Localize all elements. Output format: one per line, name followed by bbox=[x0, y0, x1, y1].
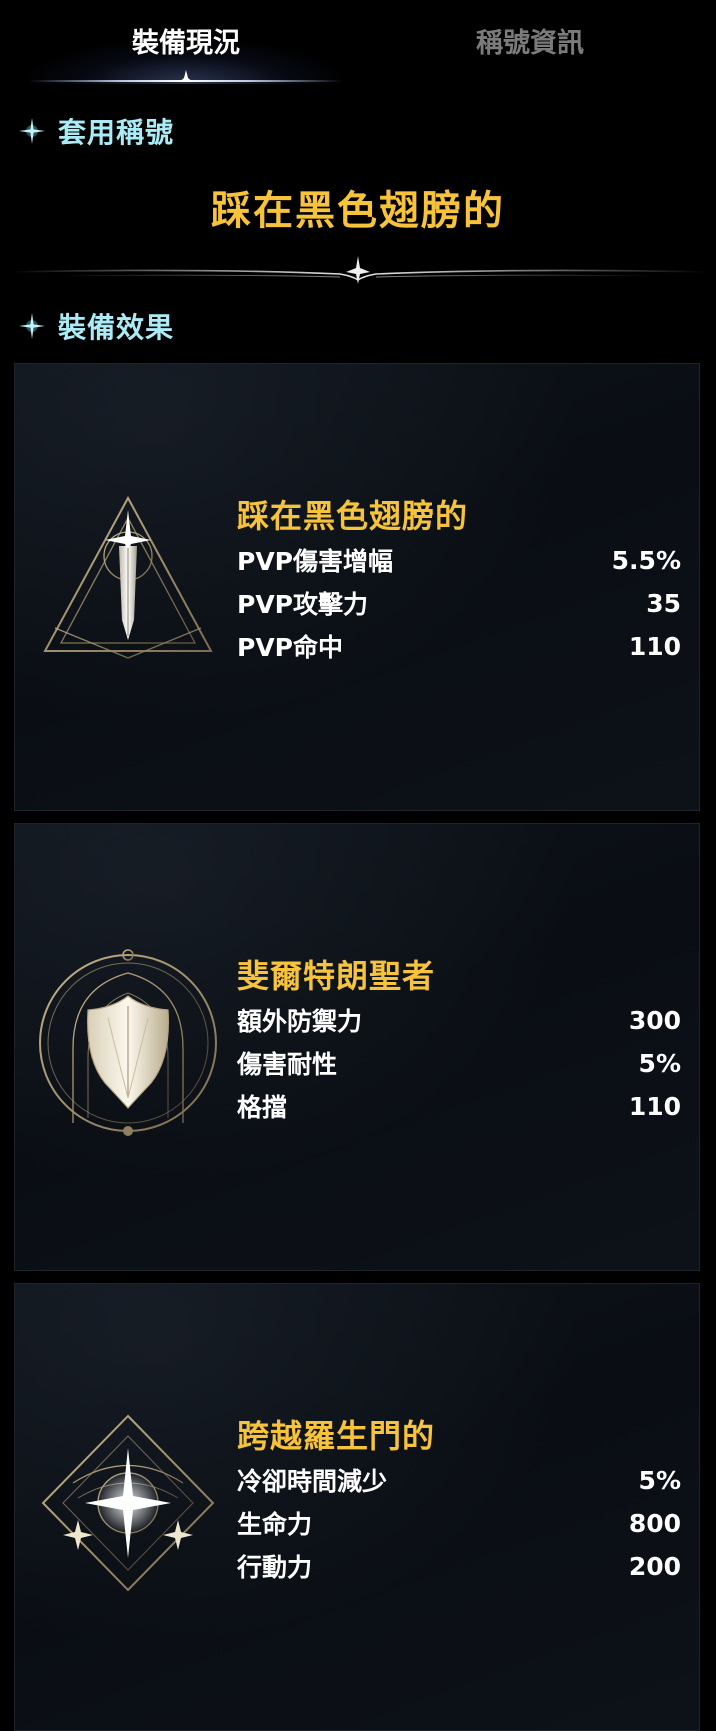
effect-card-name: 跨越羅生門的 bbox=[237, 1417, 436, 1455]
stat-row: PVP攻擊力 35 bbox=[237, 583, 681, 623]
stat-label: 冷卻時間減少 bbox=[237, 1467, 388, 1496]
tab-title-info[interactable]: 稱號資訊 bbox=[372, 0, 688, 80]
stat-label: PVP傷害增幅 bbox=[237, 547, 393, 576]
stat-value: 35 bbox=[646, 588, 681, 618]
stat-label: PVP攻擊力 bbox=[237, 590, 368, 619]
stat-row: 額外防禦力 300 bbox=[237, 1000, 681, 1040]
stat-value: 5% bbox=[638, 1048, 681, 1078]
stat-row: PVP命中 110 bbox=[237, 626, 681, 666]
stat-value: 110 bbox=[628, 1091, 681, 1121]
stat-label: 行動力 bbox=[237, 1553, 313, 1582]
sword-triangle-emblem-icon bbox=[43, 495, 213, 659]
stat-value: 5% bbox=[638, 1465, 681, 1495]
stat-label: PVP命中 bbox=[237, 633, 343, 662]
applied-title-name: 踩在黑色翅膀的 bbox=[211, 188, 505, 234]
active-tab-marker-icon bbox=[179, 70, 193, 82]
ornamental-divider bbox=[9, 256, 707, 284]
stat-row: 冷卻時間減少 5% bbox=[237, 1460, 681, 1500]
stat-value: 200 bbox=[628, 1551, 681, 1581]
tab-bar: 裝備現況 稱號資訊 bbox=[0, 0, 716, 84]
tab-equipment-status[interactable]: 裝備現況 bbox=[0, 0, 372, 80]
section-title-effects: 裝備效果 bbox=[58, 311, 175, 344]
stat-row: 行動力 200 bbox=[237, 1546, 681, 1586]
star-diamond-emblem-icon bbox=[41, 1414, 215, 1592]
stat-label: 額外防禦力 bbox=[237, 1007, 363, 1036]
stat-value: 5.5% bbox=[611, 545, 681, 575]
equipment-effect-header: 裝備效果 bbox=[18, 306, 174, 346]
stat-row: 格擋 110 bbox=[237, 1086, 681, 1126]
applied-title-header: 套用稱號 bbox=[18, 111, 174, 151]
stat-label: 格擋 bbox=[237, 1093, 288, 1122]
effect-card: 斐爾特朗聖者 額外防禦力 300 傷害耐性 5% 格擋 110 bbox=[14, 823, 700, 1271]
stat-label: 傷害耐性 bbox=[237, 1050, 338, 1079]
stat-row: 生命力 800 bbox=[237, 1503, 681, 1543]
effect-card: 踩在黑色翅膀的 PVP傷害增幅 5.5% PVP攻擊力 35 PVP命中 110 bbox=[14, 363, 700, 811]
stat-row: 傷害耐性 5% bbox=[237, 1043, 681, 1083]
stat-value: 110 bbox=[628, 631, 681, 661]
sparkle-icon bbox=[19, 118, 45, 144]
section-title-applied: 套用稱號 bbox=[58, 116, 175, 149]
stat-value: 300 bbox=[628, 1005, 681, 1035]
effect-card: 跨越羅生門的 冷卻時間減少 5% 生命力 800 行動力 200 bbox=[14, 1283, 700, 1731]
effect-card-name: 斐爾特朗聖者 bbox=[237, 957, 436, 995]
stat-value: 800 bbox=[628, 1508, 681, 1538]
sparkle-icon bbox=[19, 313, 45, 339]
stat-row: PVP傷害增幅 5.5% bbox=[237, 540, 681, 580]
effect-card-name: 踩在黑色翅膀的 bbox=[237, 497, 469, 535]
shield-circle-emblem-icon bbox=[39, 949, 217, 1136]
stat-label: 生命力 bbox=[237, 1510, 313, 1539]
